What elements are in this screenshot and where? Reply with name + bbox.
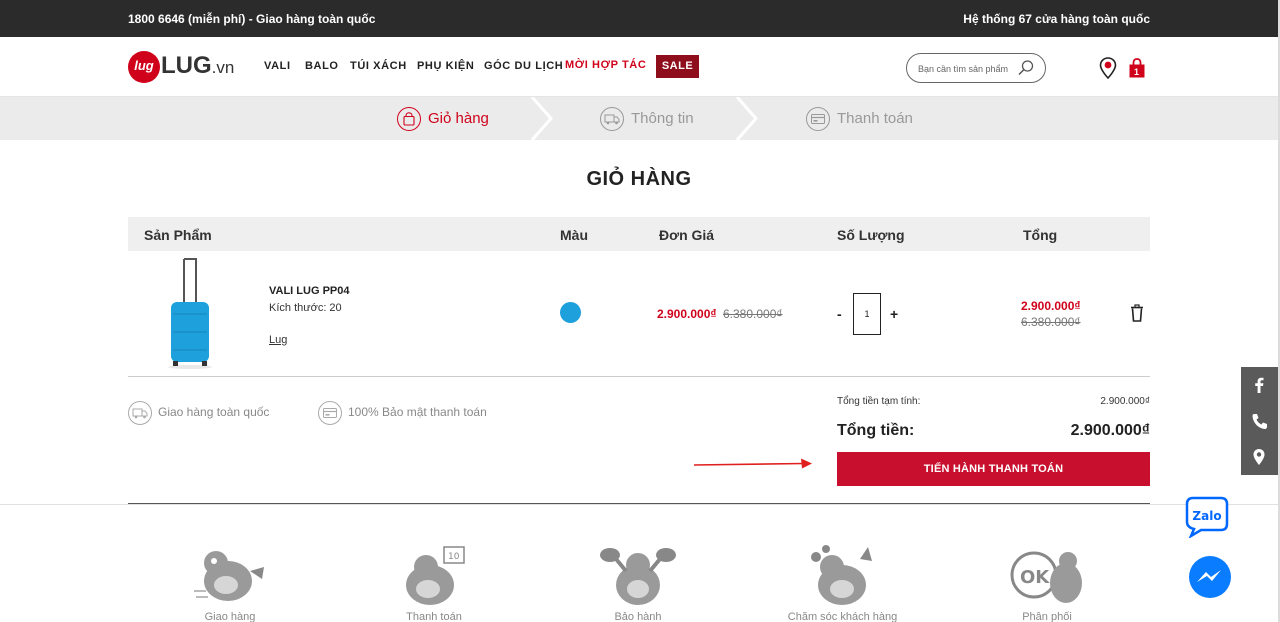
column-header-quantity: Số Lượng [837, 227, 905, 243]
line-total-old: 6.380.000₫ [1021, 315, 1081, 329]
delivery-mascot-icon[interactable] [190, 541, 270, 609]
messenger-icon[interactable] [1188, 555, 1232, 599]
total-label: Tổng tiền: [837, 422, 915, 439]
step-payment-label: Thanh toán [837, 110, 913, 127]
search-box[interactable]: Bạn cần tìm sản phẩm [906, 53, 1046, 83]
subtotal-value: 2.900.000₫ [1100, 396, 1150, 407]
nav-item-moi-hop-tac[interactable]: MỜI HỢP TÁC [565, 59, 646, 71]
nav-item-vali[interactable]: VALI [264, 60, 291, 72]
step-separator [531, 97, 553, 140]
svg-text:OK: OK [1020, 567, 1050, 588]
main-header: lug LUG.vn VALI BALO TÚI XÁCH PHỤ KIỆN G… [0, 37, 1278, 97]
truck-icon [128, 401, 152, 425]
zalo-label: Zalo [1192, 509, 1221, 523]
column-header-product: Sản Phẩm [144, 227, 212, 243]
service-label-customer-care: Chăm sóc khách hàng [787, 611, 898, 622]
bag-icon [397, 107, 421, 131]
total-value: 2.900.000₫ [1070, 422, 1150, 439]
trash-icon[interactable] [1130, 304, 1144, 322]
line-total: 2.900.000₫ [1021, 299, 1081, 313]
divider [128, 376, 1150, 377]
step-info-label: Thông tin [631, 110, 694, 127]
feature-label: 100% Bảo mật thanh toán [348, 405, 487, 419]
payment-mascot-icon[interactable]: 10 [394, 541, 474, 609]
step-separator [736, 97, 758, 140]
product-size: Kích thước: 20 [269, 302, 342, 314]
unit-price: 2.900.000₫ [657, 307, 717, 321]
annotation-arrow [694, 458, 812, 469]
zalo-chat-icon[interactable]: Zalo [1185, 494, 1229, 538]
nav-item-balo[interactable]: BALO [305, 60, 339, 72]
column-header-color: Màu [560, 227, 588, 243]
payment-icon [318, 401, 342, 425]
product-image[interactable] [165, 257, 215, 369]
warranty-mascot-icon[interactable] [598, 541, 678, 609]
column-header-total: Tổng [1023, 227, 1058, 243]
nav-item-tui-xach[interactable]: TÚI XÁCH [350, 60, 407, 72]
product-brand-link[interactable]: Lug [269, 334, 287, 346]
location-button[interactable] [1241, 439, 1278, 475]
nav-item-sale[interactable]: SALE [656, 55, 699, 78]
payment-icon [806, 107, 830, 131]
distribution-mascot-icon[interactable]: OK [1008, 541, 1088, 609]
quantity-input[interactable]: 1 [853, 293, 881, 335]
facebook-button[interactable] [1241, 367, 1278, 403]
page-title: GIỎ HÀNG [586, 168, 692, 190]
logo-word: LUG.vn [161, 52, 235, 79]
cart-table-header: Sản Phẩm Màu Đơn Giá Số Lượng Tổng [128, 217, 1150, 251]
site-logo[interactable]: lug LUG.vn [128, 50, 240, 84]
svg-text:10: 10 [448, 552, 460, 562]
store-system-link[interactable]: Hệ thống 67 cửa hàng toàn quốc [963, 12, 1150, 26]
product-name[interactable]: VALI LUG PP04 [269, 285, 349, 297]
phone-button[interactable] [1241, 403, 1278, 439]
quantity-increase-button[interactable]: + [890, 306, 898, 322]
subtotal-label: Tổng tiền tạm tính: [837, 396, 921, 407]
service-label-warranty: Bảo hành [614, 611, 662, 622]
cart-count: 1 [1134, 67, 1140, 77]
color-swatch [560, 302, 581, 323]
unit-price-old: 6.380.000₫ [723, 307, 783, 321]
top-bar: 1800 6646 (miễn phí) - Giao hàng toàn qu… [0, 0, 1278, 37]
search-input[interactable]: Bạn cần tìm sản phẩm [918, 64, 1008, 74]
search-icon[interactable] [1017, 59, 1035, 77]
service-label-delivery: Giao hàng [204, 611, 256, 622]
checkout-button[interactable]: TIẾN HÀNH THANH TOÁN [837, 452, 1150, 486]
nav-item-phu-kien[interactable]: PHỤ KIỆN [417, 60, 474, 72]
logo-mark: lug [128, 51, 160, 83]
service-label-distribution: Phân phối [1022, 611, 1072, 622]
truck-icon [600, 107, 624, 131]
nav-item-goc-du-lich[interactable]: GÓC DU LỊCH [484, 60, 563, 72]
step-cart-label: Giỏ hàng [428, 110, 489, 127]
column-header-unit-price: Đơn Giá [659, 227, 715, 243]
hotline-text: 1800 6646 (miễn phí) - Giao hàng toàn qu… [128, 12, 376, 26]
checkout-steps: Giỏ hàng Thông tin Thanh toán [0, 97, 1278, 140]
divider [0, 504, 1278, 505]
facebook-icon [1255, 377, 1264, 393]
feature-label: Giao hàng toàn quốc [158, 405, 270, 419]
quantity-decrease-button[interactable]: - [837, 306, 842, 322]
phone-icon [1252, 414, 1267, 429]
store-locator-icon[interactable] [1099, 57, 1117, 79]
customer-care-mascot-icon[interactable] [802, 541, 882, 609]
service-label-payment: Thanh toán [406, 611, 462, 622]
location-pin-icon [1253, 449, 1265, 465]
